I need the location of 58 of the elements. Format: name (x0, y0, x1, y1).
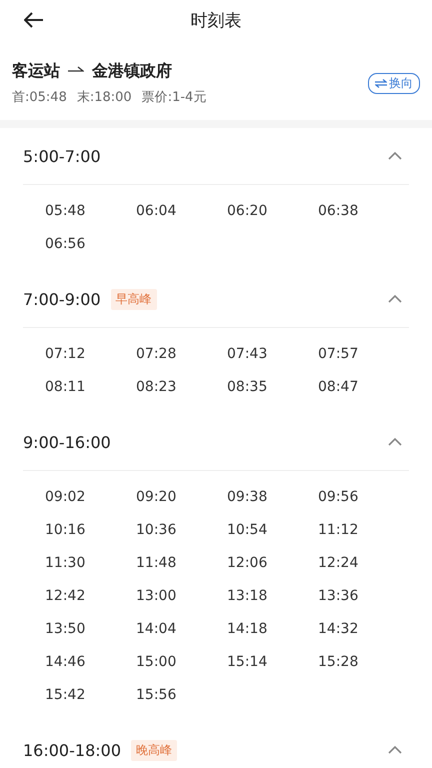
departure-time: 06:20 (227, 202, 268, 221)
peak-tag: 晚高峰 (131, 740, 177, 760)
departure-time: 13:18 (227, 587, 268, 606)
departure-time: 13:00 (136, 587, 178, 606)
destination-stop: 金港镇政府 (92, 60, 172, 82)
departure-time: 10:54 (227, 521, 268, 540)
departure-time: 07:28 (136, 345, 178, 364)
origin-stop: 客运站 (12, 60, 60, 82)
departure-time: 08:47 (318, 378, 360, 397)
departure-time: 13:36 (318, 587, 360, 606)
departure-time: 09:56 (318, 488, 360, 507)
departure-time: 06:04 (136, 202, 178, 221)
departure-time: 14:18 (227, 620, 268, 639)
departure-time: 12:06 (227, 554, 268, 573)
fare-text: 票价:1-4元 (142, 88, 206, 106)
first-bus-time: 首:05:48 (12, 88, 67, 106)
departure-time: 06:56 (45, 235, 86, 254)
swap-direction-button[interactable]: 换向 (368, 72, 420, 94)
departure-time: 07:57 (318, 345, 360, 364)
departure-time: 09:20 (136, 488, 178, 507)
time-range: 7:00-9:00 (23, 290, 101, 308)
departure-time: 14:04 (136, 620, 178, 639)
departure-time: 14:32 (318, 620, 360, 639)
time-range: 9:00-16:00 (23, 432, 111, 452)
departure-time: 11:48 (136, 554, 178, 573)
departure-time: 13:50 (45, 620, 86, 639)
departure-time: 06:38 (318, 202, 360, 221)
chevron-icon[interactable] (388, 152, 402, 160)
page-title: 时刻表 (190, 10, 242, 32)
back-icon[interactable] (24, 12, 44, 28)
departure-time: 15:00 (136, 653, 178, 672)
departure-time: 12:42 (45, 587, 86, 606)
swap-icon (375, 78, 387, 88)
departure-time: 11:30 (45, 554, 86, 573)
departure-time: 08:11 (45, 378, 86, 397)
departure-time: 15:56 (136, 686, 178, 705)
departure-time: 15:42 (45, 686, 86, 705)
departure-time: 08:35 (227, 378, 268, 397)
departure-time: 15:14 (227, 653, 268, 672)
departure-time: 08:23 (136, 378, 178, 397)
time-range: 5:00-7:00 (23, 146, 101, 166)
departure-time: 15:28 (318, 653, 360, 672)
departure-time: 09:02 (45, 488, 86, 507)
time-range: 16:00-18:00 (23, 740, 121, 760)
chevron-icon[interactable] (388, 295, 402, 303)
departure-time: 07:12 (45, 345, 86, 364)
chevron-icon[interactable] (388, 746, 402, 754)
departure-time: 12:24 (318, 554, 360, 573)
departure-time: 05:48 (45, 202, 86, 221)
chevron-icon[interactable] (388, 438, 402, 446)
departure-time: 10:36 (136, 521, 178, 540)
departure-time: 11:12 (318, 521, 360, 540)
departure-time: 14:46 (45, 653, 86, 672)
departure-time: 09:38 (227, 488, 268, 507)
departure-time: 07:43 (227, 345, 268, 364)
peak-tag: 早高峰 (110, 288, 157, 310)
last-bus-time: 末:18:00 (76, 88, 132, 106)
departure-time: 10:16 (45, 521, 86, 540)
